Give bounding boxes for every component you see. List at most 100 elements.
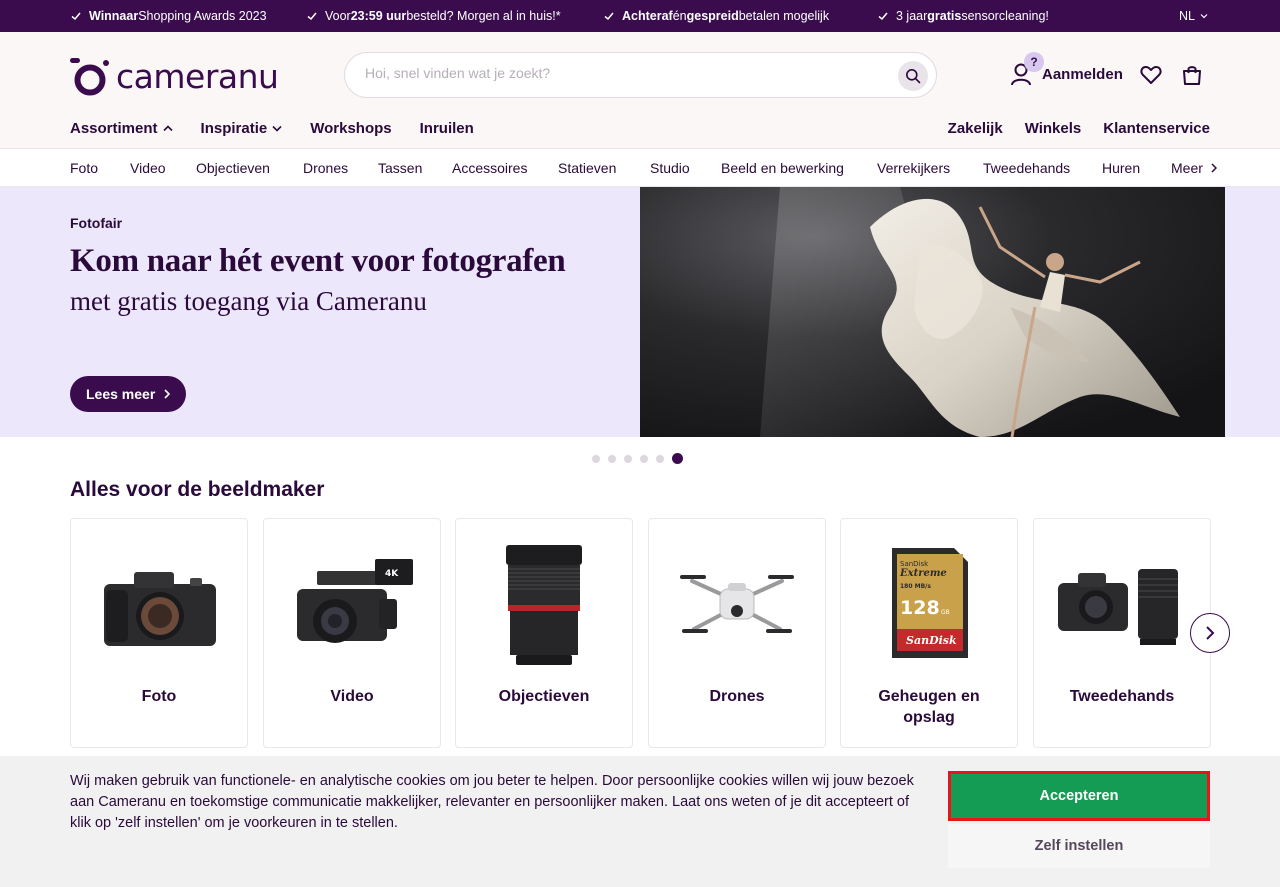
check-icon	[307, 12, 317, 21]
chevron-down-icon	[272, 125, 282, 132]
category-objectieven[interactable]: Objectieven	[196, 160, 270, 176]
check-icon	[604, 12, 614, 21]
card-tweedehands[interactable]: Tweedehands	[1033, 518, 1211, 748]
card-label: Objectieven	[498, 688, 590, 705]
search-bar	[344, 52, 937, 98]
search-input[interactable]	[365, 65, 885, 81]
card-geheugen-en-opslag[interactable]: SanDisk Extreme 180 MB/s 128 GB SanDisk …	[840, 518, 1018, 748]
site-header: cameranu ? Aanmelden Assortiment	[0, 32, 1280, 148]
login-button[interactable]: ? Aanmelden	[1010, 52, 1123, 86]
category-huren[interactable]: Huren	[1102, 160, 1140, 176]
chevron-right-icon	[1211, 163, 1217, 173]
category-verrekijkers[interactable]: Verrekijkers	[877, 160, 950, 176]
promo-bar: Winnaar Shopping Awards 2023 Voor 23:59 …	[0, 0, 1280, 32]
hero-edge-panel	[1225, 187, 1280, 437]
svg-text:180 MB/s: 180 MB/s	[900, 583, 931, 590]
check-icon	[71, 12, 81, 21]
promo-item-payment: Achteraf én gespreid betalen mogelijk	[603, 9, 829, 23]
carousel-dot-active[interactable]	[672, 453, 683, 464]
svg-text:SanDisk: SanDisk	[906, 634, 957, 647]
svg-text:128: 128	[900, 597, 940, 619]
card-objectieven[interactable]: Objectieven	[455, 518, 633, 748]
category-statieven[interactable]: Statieven	[558, 160, 616, 176]
cart-button[interactable]	[1182, 64, 1202, 91]
nav-zakelijk[interactable]: Zakelijk	[948, 120, 1003, 137]
accept-cookies-button[interactable]: Accepteren	[948, 771, 1210, 821]
carousel-next-button[interactable]	[1190, 613, 1230, 653]
logo[interactable]: cameranu	[70, 57, 279, 96]
hero-text-panel: Fotofair Kom naar hét event voor fotogra…	[0, 187, 640, 437]
login-label: Aanmelden	[1042, 65, 1123, 83]
category-bar: Foto Video Objectieven Drones Tassen Acc…	[0, 148, 1280, 187]
cameranu-logo-icon	[70, 57, 109, 95]
chevron-up-icon	[162, 125, 173, 132]
carousel-dots	[592, 453, 683, 464]
card-drones[interactable]: Drones	[648, 518, 826, 748]
main-nav: Assortiment Inspiratie Workshops Inruile…	[70, 120, 474, 137]
wishlist-button[interactable]	[1140, 65, 1162, 90]
hero-image-dancer[interactable]	[640, 187, 1225, 437]
hero-banner: Fotofair Kom naar hét event voor fotogra…	[0, 187, 1280, 437]
nav-inspiratie[interactable]: Inspiratie	[201, 120, 283, 137]
category-accessoires[interactable]: Accessoires	[452, 160, 527, 176]
shopping-bag-icon	[1183, 66, 1201, 85]
card-label: Foto	[141, 688, 177, 705]
nav-assortiment[interactable]: Assortiment	[70, 120, 173, 137]
lees-meer-button[interactable]: Lees meer	[70, 376, 187, 412]
category-studio[interactable]: Studio	[650, 160, 690, 176]
category-meer[interactable]: Meer	[1171, 160, 1217, 176]
camera-body-image	[85, 533, 233, 675]
card-label: Video	[330, 688, 374, 705]
help-badge: ?	[1024, 52, 1044, 72]
lens-image	[470, 533, 618, 675]
nav-assortiment-label: Assortiment	[70, 120, 158, 137]
chevron-right-icon	[1206, 626, 1215, 640]
category-video[interactable]: Video	[130, 160, 166, 176]
svg-text:GB: GB	[941, 609, 950, 616]
chevron-right-icon	[164, 389, 171, 399]
language-label: NL	[1179, 9, 1195, 23]
language-selector[interactable]: NL	[1179, 9, 1208, 23]
card-video[interactable]: 4K Video	[263, 518, 441, 748]
carousel-dot[interactable]	[624, 454, 632, 463]
hero-eyebrow: Fotofair	[70, 215, 123, 231]
svg-text:Extreme: Extreme	[899, 568, 947, 579]
category-beeld-en-bewerking[interactable]: Beeld en bewerking	[721, 160, 844, 176]
cookie-text: Wij maken gebruik van functionele- en an…	[70, 773, 914, 831]
heart-icon	[1140, 66, 1162, 84]
category-tassen[interactable]: Tassen	[378, 160, 422, 176]
promo-item-delivery: Voor 23:59 uur besteld? Morgen al in hui…	[306, 9, 561, 23]
carousel-dot[interactable]	[592, 454, 600, 463]
search-button[interactable]	[898, 61, 928, 91]
nav-workshops[interactable]: Workshops	[310, 120, 391, 137]
svg-text:4K: 4K	[385, 569, 399, 579]
logo-text: cameranu	[116, 57, 279, 96]
search-icon	[906, 69, 921, 84]
lees-meer-label: Lees meer	[86, 386, 156, 402]
card-label: Drones	[709, 688, 765, 705]
carousel-dot[interactable]	[640, 454, 648, 463]
card-label: Geheugen en opslag	[878, 688, 980, 726]
nav-inspiratie-label: Inspiratie	[200, 120, 268, 137]
cookie-settings-button[interactable]: Zelf instellen	[948, 824, 1210, 868]
category-meer-label: Meer	[1171, 160, 1203, 176]
hero-title: Kom naar hét event voor fotografen	[70, 243, 566, 279]
promo-item-sensor: 3 jaar gratis sensorcleaning!	[877, 9, 1049, 23]
category-tweedehands[interactable]: Tweedehands	[983, 160, 1070, 176]
card-foto[interactable]: Foto	[70, 518, 248, 748]
card-label: Tweedehands	[1069, 688, 1175, 705]
section-title: Alles voor de beeldmaker	[70, 478, 325, 501]
nav-klantenservice[interactable]: Klantenservice	[1103, 120, 1210, 137]
svg-text:SanDisk: SanDisk	[900, 560, 929, 568]
carousel-dot[interactable]	[608, 454, 616, 463]
used-camera-image	[1048, 533, 1196, 675]
carousel-dot[interactable]	[656, 454, 664, 463]
category-drones[interactable]: Drones	[303, 160, 348, 176]
nav-winkels[interactable]: Winkels	[1025, 120, 1082, 137]
check-icon	[878, 12, 888, 21]
hero-subtitle: met gratis toegang via Cameranu	[70, 286, 427, 316]
nav-inruilen[interactable]: Inruilen	[420, 120, 474, 137]
drone-image	[663, 533, 811, 675]
category-foto[interactable]: Foto	[70, 160, 98, 176]
sd-card-image: SanDisk Extreme 180 MB/s 128 GB SanDisk	[855, 533, 1003, 675]
